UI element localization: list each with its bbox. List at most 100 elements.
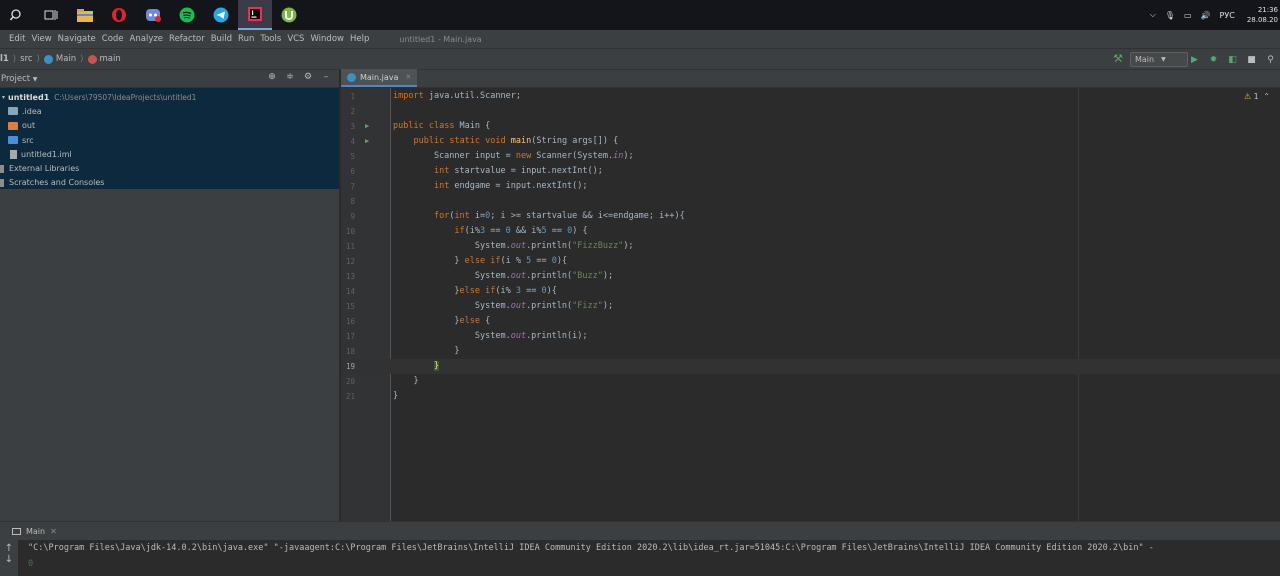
menu-edit[interactable]: Edit <box>9 34 25 44</box>
library-icon <box>0 164 4 173</box>
close-icon[interactable]: ✕ <box>405 73 411 81</box>
debug-icon[interactable]: ✹ <box>1204 55 1223 65</box>
menu-tools[interactable]: Tools <box>260 34 281 44</box>
collapse-all-icon[interactable]: ≑ <box>283 72 297 82</box>
navigation-bar: l1 ⟩ src ⟩ Main ⟩ main ⚒ Main ▼ ▶ ✹ ◧ ■ … <box>0 48 1280 70</box>
gear-icon[interactable]: ⚙ <box>301 72 315 82</box>
code-line[interactable]: 16 }else { <box>341 314 1280 329</box>
code-text: }else { <box>393 316 491 326</box>
breadcrumb-project[interactable]: l1 <box>0 54 9 64</box>
project-view-select[interactable]: Project ▼ <box>0 74 37 84</box>
code-line[interactable]: 7 int endgame = input.nextInt(); <box>341 179 1280 194</box>
code-editor[interactable]: ⚠ 1 ⌃ 1 import java.util.Scanner; 2 3 ▶ publi… <box>341 88 1280 521</box>
utorrent-icon[interactable] <box>272 0 306 30</box>
tree-item-label: untitled1.iml <box>21 149 72 159</box>
locate-icon[interactable]: ⊕ <box>265 72 279 82</box>
run-configuration-select[interactable]: Main ▼ <box>1130 52 1188 67</box>
tree-item-src[interactable]: src <box>0 133 339 147</box>
menu-vcs[interactable]: VCS <box>287 34 304 44</box>
tree-item-iml[interactable]: untitled1.iml <box>0 147 339 161</box>
run-gutter-icon[interactable]: ▶ <box>365 119 369 134</box>
code-text: } <box>393 391 399 401</box>
code-line[interactable]: 18 } <box>341 344 1280 359</box>
menu-view[interactable]: View <box>31 34 51 44</box>
code-line[interactable]: 21} <box>341 389 1280 404</box>
breadcrumb-src[interactable]: src <box>20 54 32 64</box>
coverage-icon[interactable]: ◧ <box>1223 55 1242 65</box>
chevron-down-icon: ▼ <box>32 75 38 83</box>
code-line[interactable]: 14 }else if(i% 3 == 0){ <box>341 284 1280 299</box>
volume-icon[interactable]: 🔊 <box>1201 11 1211 20</box>
close-icon[interactable]: ✕ <box>50 527 57 536</box>
code-line[interactable]: 12 } else if(i % 5 == 0){ <box>341 254 1280 269</box>
menu-refactor[interactable]: Refactor <box>169 34 205 44</box>
breadcrumb-separator: ⟩ <box>36 54 40 64</box>
tree-item-out[interactable]: out <box>0 119 339 133</box>
tree-item-idea[interactable]: .idea <box>0 104 339 118</box>
file-icon <box>10 149 17 159</box>
menu-analyze[interactable]: Analyze <box>130 34 164 44</box>
tree-item-root[interactable]: ▾ untitled1 C:\Users\79507\IdeaProjects\… <box>0 90 339 104</box>
microphone-icon[interactable]: 🎙 <box>1165 11 1175 20</box>
language-indicator[interactable]: РУС <box>1220 11 1235 20</box>
tree-item-external-libraries[interactable]: External Libraries <box>0 161 339 175</box>
code-line[interactable]: 15 System.out.println("Fizz"); <box>341 299 1280 314</box>
run-tab-main[interactable]: Main ✕ <box>12 527 57 536</box>
telegram-icon[interactable] <box>204 0 238 30</box>
intellij-idea-icon[interactable] <box>238 0 272 30</box>
code-text: if(i%3 == 0 && i%5 == 0) { <box>454 226 588 236</box>
code-line[interactable]: 2 <box>341 104 1280 119</box>
code-line[interactable]: 17 System.out.println(i); <box>341 329 1280 344</box>
code-line[interactable]: 11 System.out.println("FizzBuzz"); <box>341 239 1280 254</box>
code-text: System.out.println(i); <box>393 331 588 341</box>
network-icon[interactable]: ▭ <box>1184 11 1192 20</box>
code-line[interactable]: 4 ▶ public static void main(String args[]… <box>341 134 1280 149</box>
search-everywhere-icon[interactable]: ⚲ <box>1261 55 1280 65</box>
hide-icon[interactable]: – <box>319 72 333 82</box>
stop-icon[interactable]: ■ <box>1242 55 1261 65</box>
code-line[interactable]: 20 } <box>341 374 1280 389</box>
code-line[interactable]: 3 ▶ public class Main { <box>341 119 1280 134</box>
menu-run[interactable]: Run <box>238 34 254 44</box>
task-view-icon[interactable] <box>34 0 68 30</box>
project-tree: ▾ untitled1 C:\Users\79507\IdeaProjects\… <box>0 88 339 189</box>
code-text: int endgame = input.nextInt(); <box>433 181 588 191</box>
code-line[interactable]: 10 if(i%3 == 0 && i%5 == 0) { <box>341 224 1280 239</box>
menu-navigate[interactable]: Navigate <box>58 34 96 44</box>
tab-label: Main.java <box>360 72 399 82</box>
build-hammer-icon[interactable]: ⚒ <box>1113 52 1123 65</box>
spotify-icon[interactable] <box>170 0 204 30</box>
breadcrumb-class[interactable]: Main <box>43 54 76 64</box>
code-line[interactable]: 8 <box>341 194 1280 209</box>
menu-window[interactable]: Window <box>310 34 344 44</box>
code-text: } <box>393 346 460 356</box>
arrow-down-icon[interactable]: ↓ <box>0 554 18 565</box>
line-number: 3 <box>350 122 355 131</box>
system-clock[interactable]: 21:36 28.08.20 <box>1247 5 1278 25</box>
run-config-label: Main <box>1135 55 1155 64</box>
tab-main-java[interactable]: Main.java ✕ <box>341 69 418 87</box>
opera-icon[interactable] <box>102 0 136 30</box>
menu-build[interactable]: Build <box>211 34 232 44</box>
code-text: }else if(i% 3 == 0){ <box>393 286 557 296</box>
code-line[interactable]: 5 Scanner input = new Scanner(System.in)… <box>341 149 1280 164</box>
run-icon[interactable]: ▶ <box>1185 55 1204 65</box>
file-explorer-icon[interactable] <box>68 0 102 30</box>
code-line[interactable]: 19 } <box>341 359 1280 374</box>
tree-item-scratches[interactable]: Scratches and Consoles <box>0 176 339 190</box>
line-number: 7 <box>350 182 355 191</box>
code-line[interactable]: 6 int startvalue = input.nextInt(); <box>341 164 1280 179</box>
run-gutter-icon[interactable]: ▶ <box>365 134 369 149</box>
code-text: Scanner input = new Scanner(System.in); <box>393 151 634 161</box>
search-icon[interactable] <box>0 0 34 30</box>
menu-code[interactable]: Code <box>102 34 124 44</box>
window-title: untitled1 - Main.java <box>399 34 482 44</box>
chevron-up-icon[interactable]: ⌵ <box>1150 10 1156 20</box>
code-line[interactable]: 9 for(int i=0; i >= startvalue && i<=end… <box>341 209 1280 224</box>
code-line[interactable]: 13 System.out.println("Buzz"); <box>341 269 1280 284</box>
code-line[interactable]: 1 import java.util.Scanner; <box>341 89 1280 104</box>
menu-help[interactable]: Help <box>350 34 369 44</box>
breadcrumb-method[interactable]: main <box>87 54 121 64</box>
arrow-up-icon[interactable]: ↑ <box>0 543 18 554</box>
discord-icon[interactable] <box>136 0 170 30</box>
